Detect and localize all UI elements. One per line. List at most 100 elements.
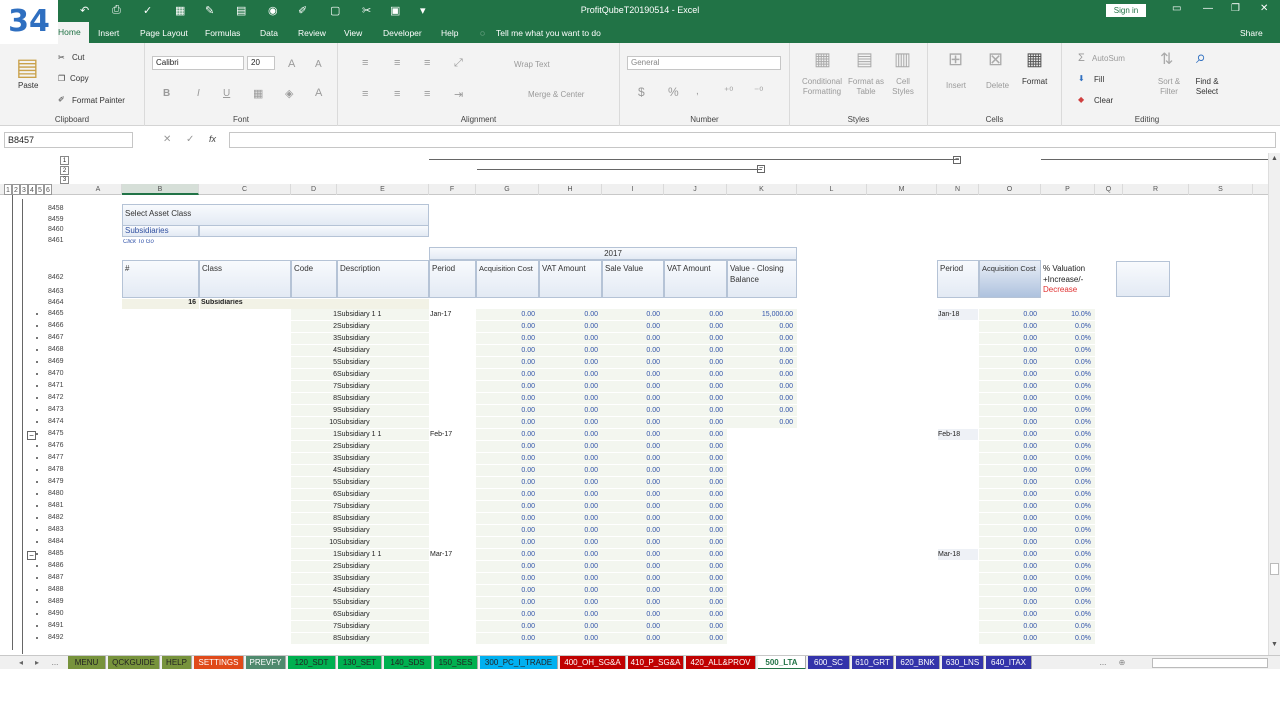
sheet-tab-600-sc[interactable]: 600_SC — [808, 656, 850, 670]
description-cell[interactable]: Subsidiary — [337, 489, 429, 500]
right-acq-cell[interactable]: 0.00 — [979, 393, 1041, 404]
vat1-cell[interactable]: 0.00 — [539, 417, 602, 428]
code-cell[interactable]: 4 — [291, 585, 337, 596]
code-cell[interactable]: 5 — [291, 357, 337, 368]
valuation-pct-cell[interactable]: 0.0% — [1041, 369, 1095, 380]
vat1-cell[interactable]: 0.00 — [539, 369, 602, 380]
code-cell[interactable]: 6 — [291, 369, 337, 380]
font-color-icon[interactable]: A — [315, 87, 322, 99]
collapse-icon[interactable]: − — [757, 165, 765, 173]
right-acq-cell[interactable]: 0.00 — [979, 453, 1041, 464]
valuation-pct-cell[interactable]: 0.0% — [1041, 441, 1095, 452]
valuation-pct-cell[interactable]: 0.0% — [1041, 525, 1095, 536]
valuation-pct-cell[interactable]: 0.0% — [1041, 333, 1095, 344]
description-cell[interactable]: Subsidiary 1 1 — [337, 549, 429, 560]
right-acq-cell[interactable]: 0.00 — [979, 513, 1041, 524]
asset-class-select[interactable]: Subsidiaries — [122, 225, 199, 237]
sale-cell[interactable]: 0.00 — [602, 393, 664, 404]
row-outline-level-5[interactable]: 5 — [36, 184, 44, 195]
align-top-icon[interactable]: ≡ — [362, 57, 368, 69]
format-painter-button[interactable]: Format Painter — [72, 96, 125, 105]
right-acq-cell[interactable]: 0.00 — [979, 609, 1041, 620]
acq-cell[interactable]: 0.00 — [476, 453, 539, 464]
formula-input[interactable] — [229, 132, 1276, 148]
row-header-8469[interactable]: 8469 — [48, 358, 74, 365]
cut-button[interactable]: Cut — [72, 53, 84, 62]
increase-decimal-icon[interactable]: ⁺⁰ — [724, 86, 733, 97]
row-header-8479[interactable]: 8479 — [48, 478, 74, 485]
valuation-pct-cell[interactable]: 0.0% — [1041, 549, 1095, 560]
format-as-table-button[interactable]: Format as Table — [848, 77, 884, 97]
row-header-8466[interactable]: 8466 — [48, 322, 74, 329]
autosum-button[interactable]: AutoSum — [1092, 54, 1125, 63]
description-cell[interactable]: Subsidiary — [337, 465, 429, 476]
col-outline-level-1[interactable]: 1 — [60, 156, 69, 165]
row-header-8471[interactable]: 8471 — [48, 382, 74, 389]
acq-cell[interactable]: 0.00 — [476, 441, 539, 452]
align-middle-icon[interactable]: ≡ — [394, 57, 400, 69]
sale-cell[interactable]: 0.00 — [602, 573, 664, 584]
vat1-cell[interactable]: 0.00 — [539, 381, 602, 392]
row-header-8478[interactable]: 8478 — [48, 466, 74, 473]
restore-icon[interactable]: ❐ — [1231, 3, 1240, 14]
sheet-tab-120-sdt[interactable]: 120_SDT — [288, 656, 336, 670]
valuation-pct-cell[interactable]: 0.0% — [1041, 477, 1095, 488]
delete-cells-button[interactable]: Delete — [986, 81, 1009, 90]
vat2-cell[interactable]: 0.00 — [664, 561, 727, 572]
code-cell[interactable]: 3 — [291, 573, 337, 584]
code-cell[interactable]: 8 — [291, 393, 337, 404]
row-header-8462[interactable]: 8462 — [48, 274, 74, 281]
sort-filter-button[interactable]: Sort & Filter — [1156, 77, 1182, 97]
right-period-cell[interactable]: Feb-18 — [938, 429, 978, 440]
vat2-cell[interactable]: 0.00 — [664, 417, 727, 428]
right-acq-cell[interactable]: 0.00 — [979, 537, 1041, 548]
vat1-cell[interactable]: 0.00 — [539, 549, 602, 560]
sheet-tab-prevfy[interactable]: PREVFY — [246, 656, 286, 670]
new-sheet-icon[interactable]: ⊕ — [1116, 656, 1128, 670]
sheet-tab-130-set[interactable]: 130_SET — [338, 656, 382, 670]
close-icon[interactable]: ✕ — [1260, 3, 1268, 14]
vat2-cell[interactable]: 0.00 — [664, 345, 727, 356]
acq-cell[interactable]: 0.00 — [476, 429, 539, 440]
sale-cell[interactable]: 0.00 — [602, 405, 664, 416]
insert-function-button[interactable]: fx — [209, 134, 216, 144]
copy-button[interactable]: Copy — [70, 74, 89, 83]
closing-cell[interactable]: 0.00 — [727, 345, 797, 356]
valuation-pct-cell[interactable]: 0.0% — [1041, 453, 1095, 464]
underline-button[interactable]: U — [223, 88, 230, 99]
sheet-tab-610-grt[interactable]: 610_GRT — [852, 656, 894, 670]
row-header-8486[interactable]: 8486 — [48, 562, 74, 569]
acq-cell[interactable]: 0.00 — [476, 489, 539, 500]
vat1-cell[interactable]: 0.00 — [539, 465, 602, 476]
align-bottom-icon[interactable]: ≡ — [424, 57, 430, 69]
vat1-cell[interactable]: 0.00 — [539, 633, 602, 644]
valuation-pct-cell[interactable]: 0.0% — [1041, 597, 1095, 608]
vat2-cell[interactable]: 0.00 — [664, 621, 727, 632]
right-acq-cell[interactable]: 0.00 — [979, 441, 1041, 452]
description-cell[interactable]: Subsidiary — [337, 585, 429, 596]
description-cell[interactable]: Subsidiary — [337, 393, 429, 404]
description-cell[interactable]: Subsidiary — [337, 381, 429, 392]
tab-review[interactable]: Review — [298, 28, 326, 38]
row-outline-level-4[interactable]: 4 — [28, 184, 36, 195]
sheet-tab-640-itax[interactable]: 640_ITAX — [986, 656, 1032, 670]
acq-cell[interactable]: 0.00 — [476, 333, 539, 344]
increase-font-icon[interactable]: A — [288, 58, 295, 70]
row-outline-level-2[interactable]: 2 — [12, 184, 20, 195]
minimize-icon[interactable]: — — [1203, 3, 1213, 14]
sheet-tab-150-ses[interactable]: 150_SES — [434, 656, 478, 670]
row-header-8468[interactable]: 8468 — [48, 346, 74, 353]
tab-developer[interactable]: Developer — [383, 28, 422, 38]
closing-cell[interactable]: 0.00 — [727, 321, 797, 332]
description-cell[interactable]: Subsidiary — [337, 609, 429, 620]
vat1-cell[interactable]: 0.00 — [539, 321, 602, 332]
collapse-icon[interactable]: − — [953, 156, 961, 164]
sale-cell[interactable]: 0.00 — [602, 429, 664, 440]
vat2-cell[interactable]: 0.00 — [664, 549, 727, 560]
valuation-pct-cell[interactable]: 0.0% — [1041, 585, 1095, 596]
vat2-cell[interactable]: 0.00 — [664, 453, 727, 464]
code-cell[interactable]: 9 — [291, 405, 337, 416]
code-cell[interactable]: 4 — [291, 465, 337, 476]
description-cell[interactable]: Subsidiary — [337, 621, 429, 632]
description-cell[interactable]: Subsidiary — [337, 417, 429, 428]
